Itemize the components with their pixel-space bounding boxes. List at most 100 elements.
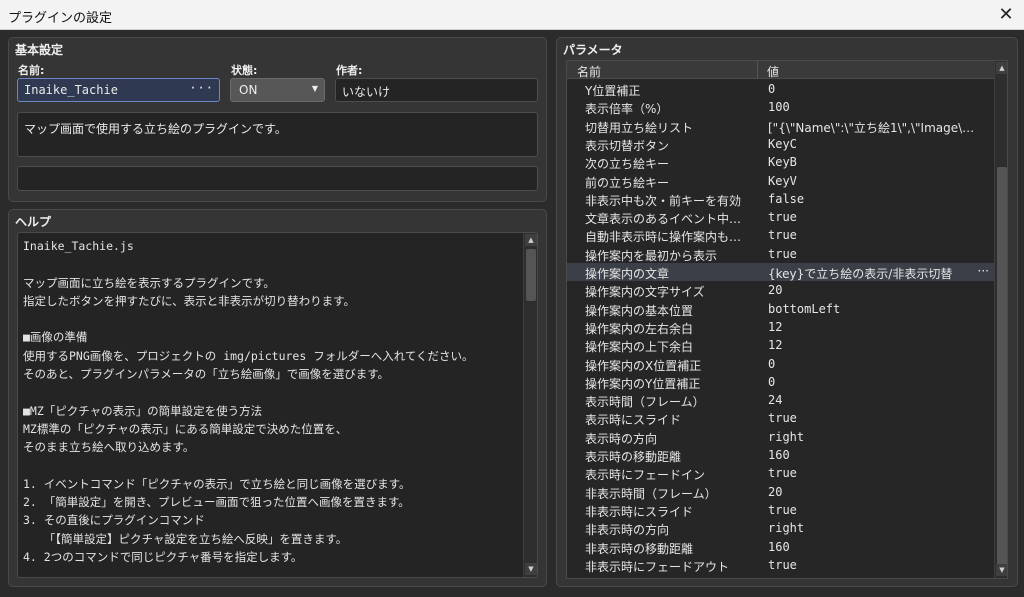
status-select[interactable]: ON ▼: [230, 78, 325, 102]
table-row[interactable]: 操作案内の上下余白 12: [567, 336, 995, 354]
column-divider[interactable]: [757, 61, 758, 79]
param-value: KeyV: [768, 173, 797, 188]
table-row[interactable]: 操作案内の左右余白 12: [567, 318, 995, 336]
title-bar: プラグインの設定 ✕: [0, 0, 1024, 30]
table-row[interactable]: 操作案内の文章 {key}で立ち絵の表示/非表示切替 ···: [567, 263, 995, 282]
param-value: true: [768, 228, 797, 243]
help-line: [23, 310, 523, 328]
param-name: 非表示時の方向: [585, 523, 670, 538]
param-name: 文章表示のあるイベント中…: [585, 212, 742, 227]
scroll-up-icon[interactable]: ▲: [525, 234, 537, 246]
param-value: 0: [768, 374, 776, 389]
param-name: 非表示時の移動距離: [585, 541, 694, 556]
param-value: 100: [768, 100, 790, 115]
param-value: true: [768, 466, 797, 481]
param-value: 20: [768, 484, 783, 499]
table-row[interactable]: 非表示時の方向 right: [567, 519, 995, 537]
parameters-title: パラメータ: [563, 43, 623, 57]
window-title: プラグインの設定: [8, 11, 113, 26]
param-name: 操作案内の左右余白: [585, 321, 694, 336]
param-name: 表示時にスライド: [585, 413, 682, 428]
param-value: true: [768, 557, 797, 572]
table-row[interactable]: 表示時にフェードイン true: [567, 464, 995, 482]
table-row[interactable]: 表示時にスライド true: [567, 409, 995, 427]
table-row[interactable]: 操作案内を最初から表示 true: [567, 245, 995, 263]
more-icon[interactable]: ···: [978, 264, 989, 278]
basic-settings-title: 基本設定: [15, 43, 64, 57]
help-line: ■MZ「ピクチャの表示」の簡単設定を使う方法: [23, 403, 263, 418]
param-name: 非表示時にフェードアウト: [585, 559, 730, 574]
chevron-down-icon: ▼: [311, 84, 318, 93]
param-name: 次の立ち絵キー: [585, 157, 670, 172]
help-line: 1. イベントコマンド「ピクチャの表示」で立ち絵と同じ画像を選びます。: [23, 476, 411, 491]
table-row[interactable]: 文章表示のあるイベント中… true: [567, 208, 995, 226]
table-row[interactable]: 表示切替ボタン KeyC: [567, 135, 995, 153]
table-row[interactable]: 非表示時にフェードアウト true: [567, 556, 995, 574]
param-name: 操作案内のY位置補正: [585, 376, 701, 391]
help-line: MZ標準の「ピクチャの表示」にある簡単設定で決めた位置を、: [23, 421, 348, 436]
table-row[interactable]: 操作案内のY位置補正 0: [567, 373, 995, 391]
scroll-down-icon[interactable]: ▼: [996, 564, 1007, 576]
table-row[interactable]: 操作案内の基本位置 bottomLeft: [567, 300, 995, 318]
param-value: bottomLeft: [768, 301, 841, 316]
param-name: 非表示時間（フレーム）: [585, 486, 717, 501]
help-line: 指定したボタンを押すたびに、表示と非表示が切り替わります。: [23, 293, 356, 308]
table-row[interactable]: 切替用立ち絵リスト ["{\"Name\":\"立ち絵1\",\"Image\…: [567, 117, 995, 135]
table-row[interactable]: 表示時の方向 right: [567, 428, 995, 446]
param-name: 操作案内の上下余白: [585, 340, 694, 355]
table-row[interactable]: 次の立ち絵キー KeyB: [567, 153, 995, 171]
column-header-value[interactable]: 値: [767, 63, 779, 80]
extra-field[interactable]: [17, 166, 538, 191]
help-lines: Inaike_Tachie.js マップ画面に立ち絵を表示するプラグインです。 指定…: [23, 237, 523, 566]
scroll-thumb[interactable]: [526, 249, 536, 301]
param-name: Y位置補正: [585, 84, 641, 98]
description-field[interactable]: マップ画面で使用する立ち絵のプラグインです。: [17, 112, 538, 157]
scroll-up-icon[interactable]: ▲: [996, 62, 1007, 74]
close-icon[interactable]: ✕: [994, 3, 1018, 27]
param-name: 表示時の方向: [585, 431, 658, 446]
help-line: そのあと、プラグインパラメータの「立ち絵画像」で画像を選びます。: [23, 367, 390, 382]
table-row[interactable]: 自動非表示時に操作案内も… true: [567, 226, 995, 244]
param-value: 160: [768, 539, 790, 554]
table-row[interactable]: 表示時の移動距離 160: [567, 446, 995, 464]
table-row[interactable]: 表示倍率（%） 100: [567, 98, 995, 116]
help-line: [23, 457, 523, 475]
param-value: ["{\"Name\":\"立ち絵1\",\"Image\…: [768, 120, 975, 135]
table-row[interactable]: 非表示時間（フレーム） 20: [567, 483, 995, 501]
name-label: 名前:: [18, 64, 45, 77]
plugin-name-value: Inaike_Tachie: [24, 83, 118, 97]
parameter-table[interactable]: 名前 値 Y位置補正 0 表示倍率（%） 100 切替用立ち絵リスト ["{\"Name\…: [566, 60, 1008, 579]
table-row[interactable]: 非表示中も次・前キーを有効 false: [567, 190, 995, 208]
param-value: right: [768, 521, 805, 536]
table-row[interactable]: 非表示時の移動距離 160: [567, 538, 995, 556]
column-header-name[interactable]: 名前: [577, 63, 601, 80]
more-icon[interactable]: ···: [189, 81, 214, 95]
table-row[interactable]: 表示時間（フレーム） 24: [567, 391, 995, 409]
param-name: 操作案内を最初から表示: [585, 248, 718, 263]
param-name: 操作案内のX位置補正: [585, 358, 702, 373]
help-line: Inaike_Tachie.js: [23, 239, 134, 253]
author-field[interactable]: いないけ: [335, 78, 538, 102]
table-row[interactable]: 操作案内の文字サイズ 20: [567, 281, 995, 299]
help-line: 3. その直後にプラグインコマンド: [23, 513, 205, 528]
table-row[interactable]: Y位置補正 0: [567, 80, 995, 98]
author-label: 作者:: [336, 64, 363, 77]
plugin-name-field[interactable]: Inaike_Tachie ···: [17, 78, 220, 102]
param-value: 0: [768, 356, 776, 371]
status-value: ON: [239, 83, 258, 97]
param-name: 表示時間（フレーム）: [585, 395, 705, 410]
param-name: 非表示時にスライド: [585, 504, 694, 519]
author-value: いないけ: [342, 85, 391, 99]
param-value: 0: [768, 82, 776, 96]
param-value: 160: [768, 448, 790, 462]
param-value: 12: [768, 319, 783, 334]
table-row[interactable]: 非表示時にスライド true: [567, 501, 995, 519]
help-text-area[interactable]: Inaike_Tachie.js マップ画面に立ち絵を表示するプラグインです。 指定…: [17, 232, 538, 578]
scroll-thumb[interactable]: [997, 167, 1007, 567]
param-name: 操作案内の基本位置: [585, 303, 694, 318]
scroll-down-icon[interactable]: ▼: [525, 563, 537, 575]
table-row[interactable]: 前の立ち絵キー KeyV: [567, 172, 995, 190]
help-scrollbar[interactable]: ▲ ▼: [523, 233, 537, 577]
parameter-scrollbar[interactable]: ▲ ▼: [994, 61, 1007, 578]
table-row[interactable]: 操作案内のX位置補正 0: [567, 355, 995, 373]
